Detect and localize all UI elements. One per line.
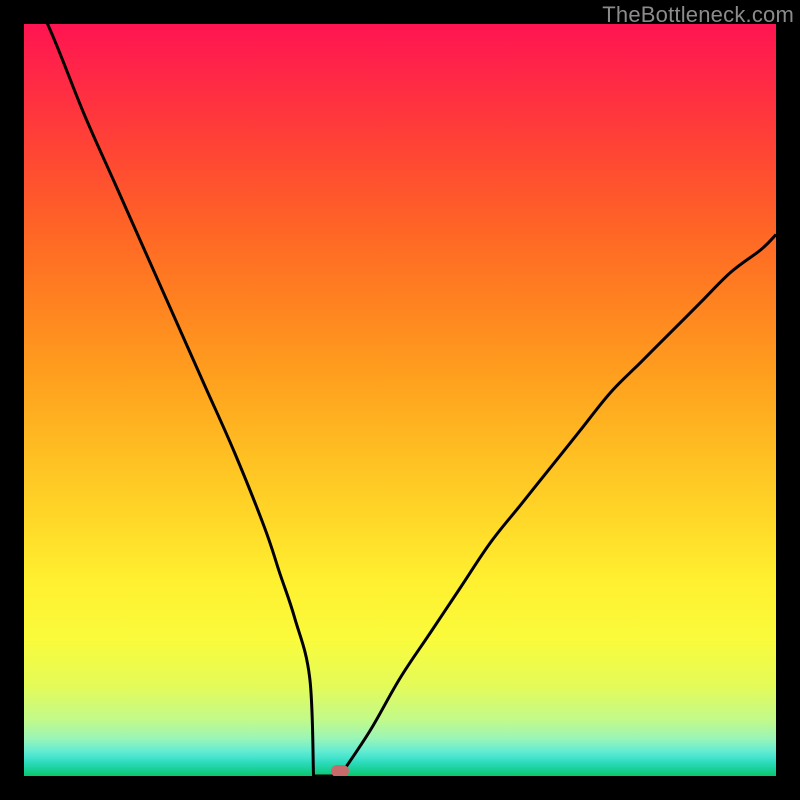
plot-area (24, 24, 776, 776)
optimal-marker (331, 765, 349, 776)
chart-frame: TheBottleneck.com (0, 0, 800, 800)
watermark-text: TheBottleneck.com (602, 2, 794, 28)
bottleneck-curve (24, 24, 776, 776)
